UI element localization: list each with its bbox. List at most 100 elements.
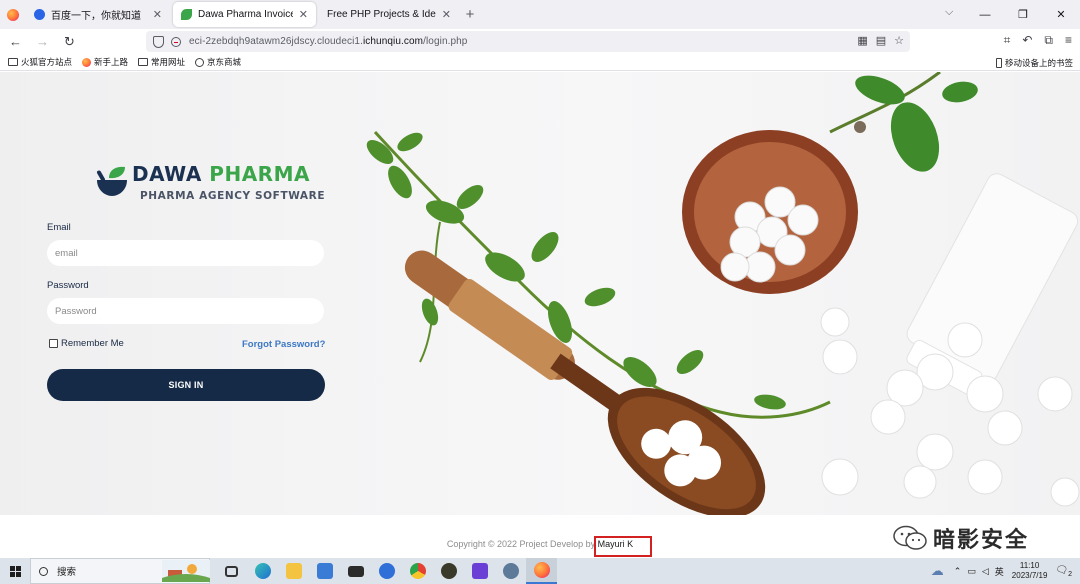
bookmark-item[interactable]: 火狐官方站点 (8, 56, 72, 68)
app-purple-icon[interactable] (464, 558, 495, 584)
bookmark-label: 京东商城 (207, 57, 242, 67)
firefox-taskbar-icon[interactable] (526, 558, 557, 584)
url-path: /login.php (423, 36, 468, 47)
weather-cloud-icon[interactable]: ☁ (931, 563, 944, 579)
brand-name: DAWA PHARMA (132, 162, 310, 186)
mortar-pestle-leaf-icon (97, 166, 127, 196)
tab-title: Free PHP Projects & Ideas with Source Co… (327, 9, 436, 20)
sign-in-button[interactable]: SIGN IN (47, 369, 325, 401)
dawa-pharma-logo: DAWA PHARMA PHARMA AGENCY SOFTWARE (92, 158, 325, 208)
undo-icon[interactable]: ↶ (1022, 33, 1032, 48)
minimize-icon[interactable]: — (966, 9, 1004, 21)
bookmark-item[interactable]: 京东商城 (195, 56, 241, 68)
tab-baidu[interactable]: 百度一下，你就知道 ✕ (26, 2, 170, 27)
navigation-toolbar: ← → ↻ eci-2zebdqh9atawm26jdscy.cloudeci1… (0, 29, 1080, 54)
taskbar-apps (216, 558, 557, 584)
task-view-icon[interactable] (216, 558, 247, 584)
close-tab-icon[interactable]: ✕ (153, 8, 162, 21)
new-tab-plus-icon[interactable]: + (459, 2, 481, 27)
login-hero: DAWA PHARMA PHARMA AGENCY SOFTWARE Email… (0, 72, 1080, 515)
bookmarks-toolbar: 火狐官方站点 新手上路 常用网址 京东商城 移动设备上的书签 (0, 54, 1080, 71)
password-input[interactable] (47, 298, 324, 324)
tab-title: 百度一下，你就知道 (51, 11, 141, 22)
back-arrow-icon[interactable]: ← (4, 34, 27, 49)
microsoft-store-icon[interactable] (309, 558, 340, 584)
remember-me-checkbox[interactable] (49, 339, 58, 348)
clock[interactable]: 11:10 2023/7/19 (1012, 561, 1048, 581)
tab-dawa-pharma[interactable]: Dawa Pharma Invoice System ✕ (173, 2, 316, 27)
app-dark-icon[interactable] (433, 558, 464, 584)
bookmark-item[interactable]: 新手上路 (82, 56, 128, 68)
url-prefix: eci-2zebdqh9atawm26jdscy.cloudeci1. (189, 36, 363, 47)
leaf-favicon-icon (181, 9, 192, 20)
bookmark-item[interactable]: 常用网址 (138, 56, 185, 68)
email-input[interactable] (47, 240, 324, 266)
search-highlight-illustration-icon (162, 560, 210, 582)
file-explorer-icon[interactable] (278, 558, 309, 584)
firefox-view-icon[interactable] (0, 0, 26, 29)
close-window-icon[interactable]: ✕ (1042, 8, 1080, 21)
restore-icon[interactable]: ❐ (1004, 8, 1042, 21)
address-bar[interactable]: eci-2zebdqh9atawm26jdscy.cloudeci1.ichun… (146, 31, 910, 52)
reader-view-icon[interactable]: ▤ (876, 34, 886, 47)
remember-me[interactable]: Remember Me (49, 338, 124, 349)
wechat-icon (893, 525, 927, 550)
mobile-bookmarks[interactable]: 移动设备上的书签 (995, 57, 1073, 69)
system-tray: ☁ ⌃ ▭ ◁ 英 11:10 2023/7/19 🗨2 (931, 558, 1080, 584)
reload-icon[interactable]: ↻ (58, 34, 81, 50)
password-label: Password (47, 280, 89, 291)
highlight-annotation-box (594, 536, 652, 557)
url-domain: ichunqiu.com (362, 36, 424, 47)
insecure-connection-icon[interactable] (171, 36, 181, 47)
menu-hamburger-icon[interactable]: ≡ (1065, 33, 1072, 48)
email-label: Email (47, 222, 71, 233)
taskbar-search-label: 搜索 (57, 567, 77, 578)
folder-icon (138, 58, 149, 66)
bookmark-label: 新手上路 (94, 57, 129, 67)
toolbar-right: ⌗ ↶ ⧉ ≡ (1004, 33, 1072, 48)
copyright-text: Copyright © 2022 Project Develop by (446, 539, 596, 549)
clock-date: 2023/7/19 (1011, 571, 1048, 580)
close-tab-icon[interactable]: ✕ (299, 8, 308, 21)
notification-center-icon[interactable]: 🗨2 (1055, 565, 1072, 578)
chrome-icon[interactable] (402, 558, 433, 584)
qr-code-icon[interactable]: ▦ (857, 34, 867, 47)
edge-icon[interactable] (247, 558, 278, 584)
network-icon[interactable]: ▭ (967, 566, 976, 577)
list-all-tabs-chevron-icon[interactable]: ⌵ (945, 6, 953, 19)
extensions-puzzle-icon[interactable]: ⧉ (1044, 33, 1053, 48)
show-hidden-icons-chevron-icon[interactable]: ⌃ (954, 566, 962, 577)
forward-arrow-icon[interactable]: → (31, 34, 54, 49)
close-tab-icon[interactable]: ✕ (442, 8, 451, 21)
tab-free-php-projects[interactable]: Free PHP Projects & Ideas with Source Co… (319, 2, 459, 27)
clock-time: 11:10 (1019, 561, 1040, 570)
volume-icon[interactable]: ◁ (982, 566, 989, 577)
forgot-password-link[interactable]: Forgot Password? (242, 339, 325, 350)
tab-strip: 百度一下，你就知道 ✕ Dawa Pharma Invoice System ✕… (0, 0, 1080, 29)
brand-tagline: PHARMA AGENCY SOFTWARE (140, 190, 326, 202)
window-controls: — ❐ ✕ (966, 0, 1080, 29)
mobile-bookmarks-label: 移动设备上的书签 (1004, 58, 1073, 68)
brand-name-first: DAWA (132, 162, 202, 186)
herbs-and-pills-photo (366, 72, 1080, 515)
mail-icon[interactable] (340, 558, 371, 584)
notification-count: 2 (1068, 570, 1072, 578)
remember-me-label: Remember Me (61, 338, 124, 349)
urlbar-actions: ▦ ▤ ☆ (857, 34, 904, 47)
phone-icon (995, 58, 1002, 68)
input-method-indicator[interactable]: 英 (995, 565, 1004, 578)
bookmark-label: 火狐官方站点 (21, 57, 73, 67)
url-text[interactable]: eci-2zebdqh9atawm26jdscy.cloudeci1.ichun… (189, 36, 467, 47)
bookmark-label: 常用网址 (151, 57, 186, 67)
brand-name-second: PHARMA (209, 162, 310, 186)
folder-icon (8, 58, 18, 66)
screenshot-crop-icon[interactable]: ⌗ (1004, 33, 1011, 48)
app-grey-icon[interactable] (495, 558, 526, 584)
baidu-paw-icon (34, 9, 45, 20)
bookmark-star-icon[interactable]: ☆ (894, 34, 904, 47)
app-blue-icon[interactable] (371, 558, 402, 584)
search-icon (39, 566, 48, 576)
tracking-protection-shield-icon[interactable] (153, 35, 164, 48)
watermark-text: 暗影安全 (933, 528, 1030, 553)
windows-start-icon[interactable] (0, 558, 30, 584)
